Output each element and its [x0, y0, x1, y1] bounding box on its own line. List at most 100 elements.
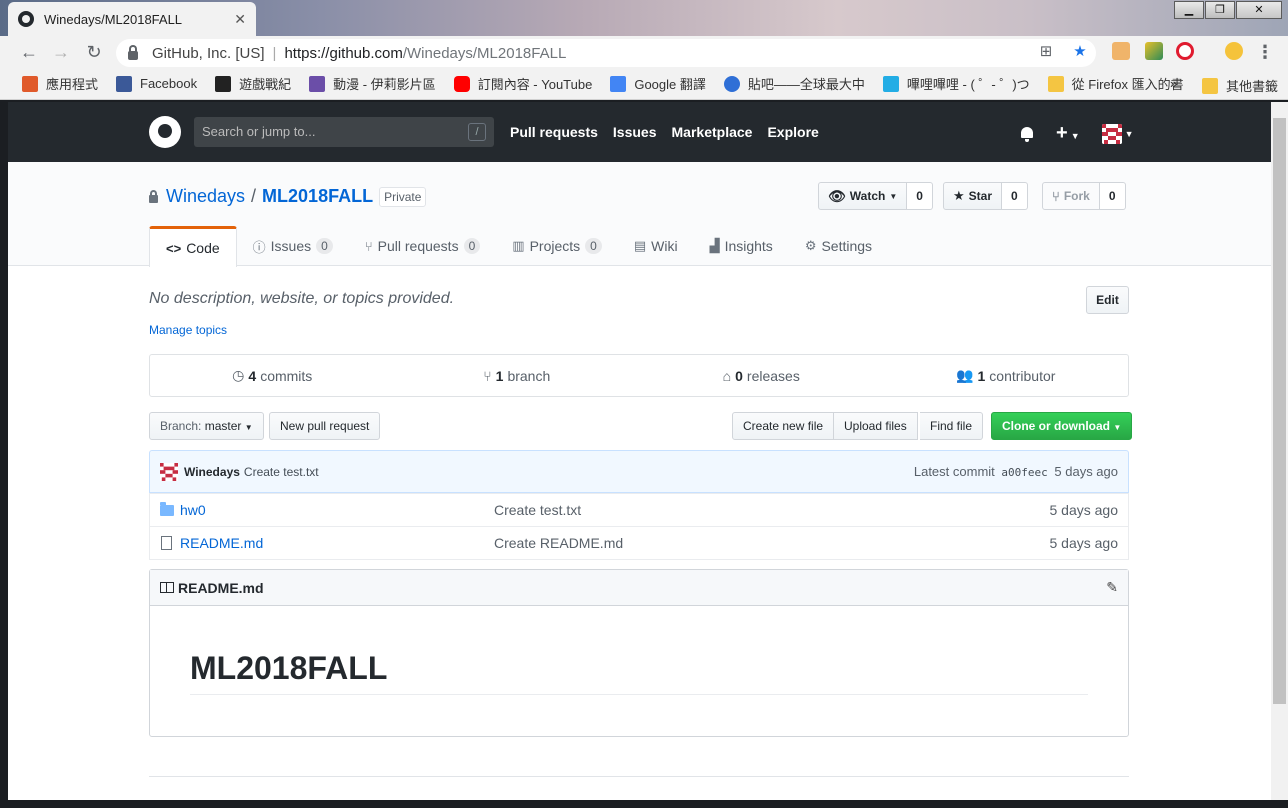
reload-icon[interactable]: ↻	[83, 41, 105, 63]
tab-issues[interactable]: ⓘ Issues 0	[237, 226, 349, 266]
github-logo-icon[interactable]	[149, 116, 181, 148]
bookmark-game-record[interactable]: 遊戲戰紀	[215, 74, 291, 93]
opera-extension-icon[interactable]	[1176, 42, 1194, 60]
extension-shield-icon[interactable]	[1145, 42, 1163, 60]
facebook-icon	[116, 75, 133, 92]
chrome-menu-icon[interactable]: ⋮	[1254, 41, 1276, 63]
search-placeholder: Search or jump to...	[202, 124, 316, 139]
bookmark-youtube[interactable]: 訂閱內容 - YouTube	[453, 74, 592, 93]
find-file-button[interactable]: Find file	[920, 412, 984, 440]
footer-divider	[149, 776, 1129, 777]
latest-commit-info: Latest commit a00feec 5 days ago	[914, 464, 1118, 479]
pull-request-icon: ⑂	[364, 238, 373, 254]
watch-button[interactable]: 👁 Watch ▼	[818, 182, 908, 210]
tab-label: Pull requests	[377, 238, 459, 254]
nav-marketplace[interactable]: Marketplace	[672, 124, 753, 140]
commit-message-link[interactable]: Create test.txt	[244, 465, 319, 479]
nav-explore[interactable]: Explore	[767, 124, 818, 140]
bookmark-eyny[interactable]: 動漫 - 伊莉影片區	[309, 74, 436, 93]
tab-label: Code	[186, 240, 220, 256]
bookmark-firefox-import[interactable]: 從 Firefox 匯入的書	[1047, 74, 1184, 93]
avatar[interactable]	[160, 462, 178, 481]
commits-link[interactable]: ◷ 4 commits	[150, 355, 395, 396]
file-commit-message[interactable]: Create README.md	[494, 535, 1050, 551]
eye-icon: 👁	[828, 187, 846, 204]
youtube-icon	[453, 75, 470, 92]
game-icon	[215, 75, 232, 92]
commit-sha-link[interactable]: a00feec	[1001, 466, 1047, 479]
address-bar[interactable]: GitHub, Inc. [US] | https://github.com/W…	[116, 39, 1096, 67]
tab-label: Wiki	[651, 238, 678, 254]
repo-tabs: <> Code ⓘ Issues 0 ⑂ Pull requests 0 ▥ Project…	[149, 226, 888, 267]
close-window-button[interactable]: ✕	[1236, 1, 1282, 19]
releases-link[interactable]: ⌂ 0 releases	[639, 355, 884, 396]
path-separator: /	[251, 186, 257, 206]
omnibox-icons: ⊞ ★	[1038, 44, 1088, 60]
branch-select-button[interactable]: Branch: master ▼	[149, 412, 264, 440]
notifications-bell-icon[interactable]	[1020, 126, 1034, 142]
bookmark-bilibili[interactable]: 嗶哩嗶哩 - ( ゜- ゜)つ	[882, 74, 1030, 93]
contributors-link[interactable]: 👥 1 contributor	[884, 355, 1129, 396]
minimize-button[interactable]: ▁	[1174, 1, 1204, 19]
maximize-button[interactable]: ❐	[1205, 1, 1235, 19]
user-menu[interactable]: ▼	[1101, 123, 1134, 144]
tab-close-icon[interactable]: ✕	[234, 11, 246, 28]
tab-wiki[interactable]: ▤ Wiki	[618, 226, 694, 266]
back-icon[interactable]: ←	[18, 41, 40, 63]
issue-icon: ⓘ	[252, 239, 266, 255]
create-new-file-button[interactable]: Create new file	[732, 412, 835, 440]
tab-code[interactable]: <> Code	[149, 226, 237, 267]
browser-tab[interactable]: Winedays/ML2018FALL ✕	[8, 2, 256, 36]
star-count[interactable]: 0	[1002, 182, 1028, 210]
bookmarks-overflow-chevron[interactable]: »	[1170, 76, 1177, 91]
extension-face-icon[interactable]	[1112, 42, 1130, 60]
edit-description-button[interactable]: Edit	[1086, 286, 1129, 314]
tab-title: Winedays/ML2018FALL	[44, 11, 183, 27]
bookmark-google-translate[interactable]: Google 翻譯	[610, 74, 706, 93]
site-identity: GitHub, Inc. [US]	[152, 44, 265, 62]
file-commit-message[interactable]: Create test.txt	[494, 502, 1050, 518]
file-list: hw0 Create test.txt 5 days ago README.md…	[149, 493, 1129, 560]
bookmark-facebook[interactable]: Facebook	[116, 75, 197, 92]
private-lock-icon	[149, 190, 158, 203]
clone-or-download-button[interactable]: Clone or download ▼	[991, 412, 1133, 440]
repo-owner-link[interactable]: Winedays	[166, 186, 245, 207]
new-pull-request-button[interactable]: New pull request	[269, 412, 381, 440]
tab-pull-requests[interactable]: ⑂ Pull requests 0	[349, 226, 496, 266]
caret-down-icon: ▼	[1113, 423, 1122, 432]
forward-icon[interactable]: →	[50, 41, 72, 63]
tab-settings[interactable]: ⚙ Settings	[789, 226, 888, 266]
bookmark-star-icon[interactable]: ★	[1072, 44, 1088, 60]
star-button[interactable]: ★ Star	[943, 182, 1002, 210]
scrollbar-thumb[interactable]	[1273, 118, 1286, 704]
upload-files-button[interactable]: Upload files	[834, 412, 918, 440]
translate-icon[interactable]: ⊞	[1038, 44, 1054, 60]
create-new-menu[interactable]: + ▼	[1056, 122, 1080, 145]
other-bookmarks[interactable]: 其他書籤	[1202, 76, 1278, 95]
folder-icon	[1202, 77, 1218, 94]
pencil-icon[interactable]: ✎	[1106, 579, 1118, 596]
watch-count[interactable]: 0	[907, 182, 933, 210]
search-input[interactable]: Search or jump to... /	[194, 117, 494, 147]
header-actions: + ▼ ▼	[1020, 122, 1134, 145]
branches-link[interactable]: ⑂ 1 branch	[395, 355, 640, 396]
fork-count[interactable]: 0	[1099, 182, 1126, 210]
emoji-extension-icon[interactable]	[1225, 42, 1243, 60]
file-link[interactable]: README.md	[180, 535, 263, 551]
file-link[interactable]: hw0	[180, 502, 206, 518]
tab-projects[interactable]: ▥ Projects 0	[496, 226, 618, 266]
caret-down-icon: ▼	[1070, 131, 1080, 141]
nav-issues[interactable]: Issues	[613, 124, 657, 140]
bookmark-tieba[interactable]: 貼吧——全球最大中	[723, 74, 865, 93]
manage-topics-link[interactable]: Manage topics	[149, 323, 227, 337]
file-age: 5 days ago	[1049, 535, 1119, 551]
readme-filename: README.md	[178, 579, 264, 596]
bookmark-apps[interactable]: 應用程式	[22, 74, 98, 93]
commit-author-link[interactable]: Winedays	[184, 465, 240, 479]
apps-grid-icon	[22, 75, 38, 92]
tab-insights[interactable]: ▟ Insights	[694, 226, 789, 266]
nav-pull-requests[interactable]: Pull requests	[510, 124, 598, 140]
repo-name-link[interactable]: ML2018FALL	[262, 186, 373, 207]
fork-button[interactable]: ⑂ Fork	[1042, 182, 1100, 210]
gear-icon: ⚙	[804, 238, 817, 253]
